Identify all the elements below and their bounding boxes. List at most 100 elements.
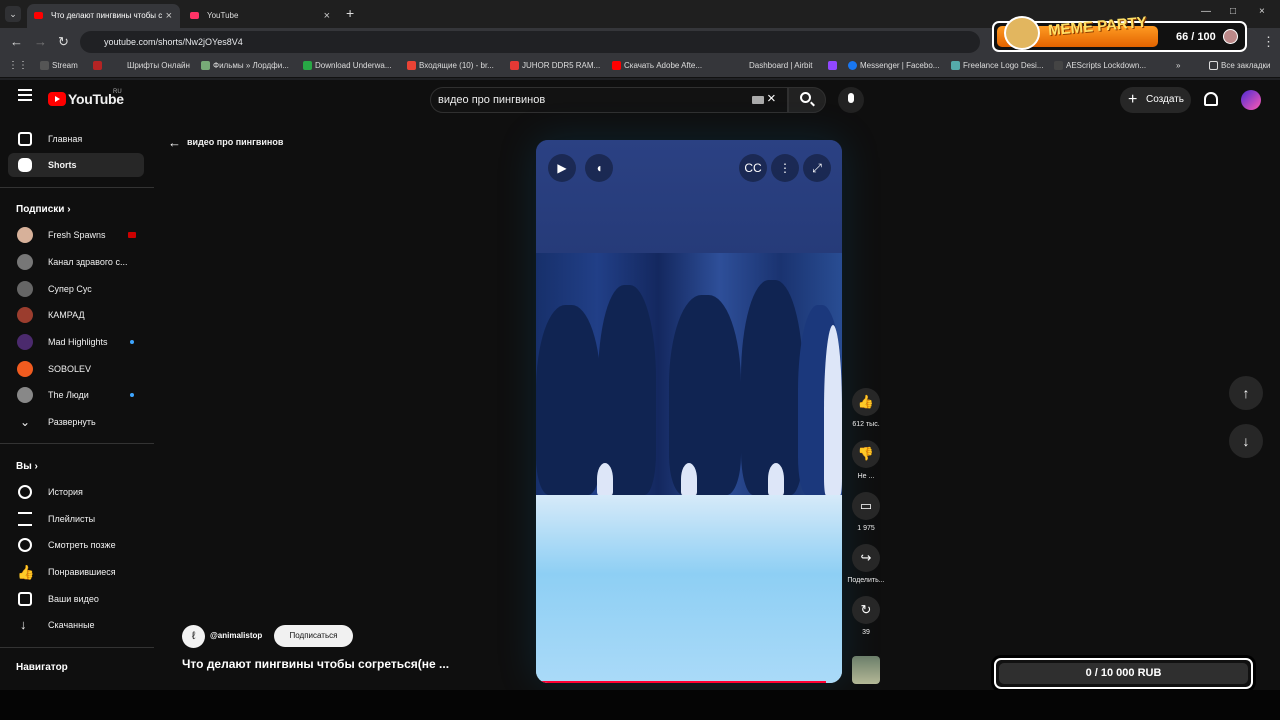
bookmark-mail[interactable]: Входящие (10) - br... [407,61,494,70]
close-tab-icon[interactable]: × [166,4,172,28]
remix-count: 39 [862,629,870,636]
dislike-action[interactable]: 👎 Не ... [846,440,886,480]
browser-window: ⌄ Что делают пингвины чтобы с × YouTube … [0,0,1280,80]
browser-menu-icon[interactable]: ⋮ [1262,34,1275,50]
bookmark-aescripts[interactable]: AEScripts Lockdown... [1054,61,1146,70]
sidebar-channel-mad-highlights[interactable]: Mad Highlights [8,330,144,354]
maximize-icon[interactable]: □ [1230,6,1236,17]
forward-icon[interactable]: → [34,34,47,49]
sidebar-expand[interactable]: ⌄ Развернуть [8,410,144,434]
volume-icon[interactable]: ◖ [585,154,613,182]
sidebar-item-playlists[interactable]: Плейлисты [8,507,144,531]
sound-thumbnail[interactable] [852,656,880,684]
meme-party-overlay: MEME PARTY 66 / 100 [992,14,1247,52]
notifications-bell-icon[interactable] [1204,92,1218,106]
shorts-icon [18,158,32,172]
sidebar-channel-super-sus[interactable]: Супер Сус [8,277,144,301]
search-context-label[interactable]: видео про пингвинов [187,137,283,147]
sidebar-channel-fresh-spawns[interactable]: Fresh Spawns [8,223,144,247]
bookmark-download[interactable]: Download Underwa... [303,61,391,70]
you-title[interactable]: Вы › [16,461,38,472]
sidebar-channel-sane[interactable]: Канал здравого с... [8,250,144,274]
close-window-icon[interactable]: × [1259,6,1265,17]
back-icon[interactable]: ← [10,34,23,49]
sidebar-channel-sobolev[interactable]: SOBOLEV [8,357,144,381]
tab-title: YouTube [207,11,239,20]
previous-short-button[interactable]: ↑ [1229,376,1263,410]
region-label: RU [113,89,122,95]
channel-avatar [17,281,33,297]
closed-captions-icon[interactable]: CC [739,154,767,182]
bookmark-messenger[interactable]: Messenger | Facebo... [848,61,939,70]
sidebar-channel-the-people[interactable]: The Люди [8,383,144,407]
tab-shorts[interactable]: Что делают пингвины чтобы с × [27,4,180,28]
next-short-button[interactable]: ↓ [1229,424,1263,458]
keyboard-icon[interactable] [752,96,764,104]
share-label: Поделить... [847,577,885,584]
channel-name[interactable]: @animalistop [210,631,262,640]
subscriptions-title[interactable]: Подписки › [16,204,71,215]
bookmark-adobe[interactable]: Скачать Adobe Afte... [612,61,702,70]
thumbs-up-icon[interactable]: 👍 [852,388,880,416]
bottom-strip [0,690,1280,720]
bookmark-stream[interactable]: Stream [40,61,78,70]
youtube-logo-icon[interactable] [48,92,66,106]
sidebar-divider [0,647,154,648]
bookmark-fonts[interactable]: Шрифты Онлайн [115,61,190,70]
search-icon[interactable] [800,92,811,103]
minimize-icon[interactable]: — [1201,6,1211,17]
video-progress-bar[interactable] [538,681,826,683]
bookmark-icon [93,61,102,70]
twitch-icon [828,61,837,70]
sidebar-item-your-videos[interactable]: Ваши видео [8,587,144,611]
close-tab-icon[interactable]: × [324,4,330,28]
channel-avatar[interactable]: ℓ [182,625,205,648]
bookmarks-overflow-icon[interactable]: » [1176,61,1180,70]
clear-search-icon[interactable]: × [767,90,776,107]
hamburger-menu-icon[interactable] [18,89,32,101]
share-action[interactable]: ↪ Поделить... [846,544,886,584]
short-title[interactable]: Что делают пингвины чтобы согреться(не .… [182,657,449,671]
address-bar[interactable]: youtube.com/shorts/Nw2jOYes8V4 [80,31,980,53]
comment-icon[interactable]: ▭ [852,492,880,520]
tab-search-icon[interactable]: ⌄ [5,6,21,22]
comments-action[interactable]: ▭ 1 975 [846,492,886,532]
apps-icon[interactable]: ⋮⋮ [8,60,28,71]
bookmark-ram[interactable]: JUHOR DDR5 RAM... [510,61,600,70]
back-arrow-icon[interactable]: ← [168,135,181,150]
shorts-video-player[interactable]: ▶ ◖ CC ⋮ ⤢ [536,140,842,683]
sidebar-item-shorts[interactable]: Shorts [8,153,144,177]
thumbs-down-icon[interactable]: 👎 [852,440,880,468]
fullscreen-icon[interactable]: ⤢ [803,154,831,182]
penguin-shape [669,295,741,495]
all-bookmarks[interactable]: Все закладки [1209,61,1270,70]
sidebar-item-home[interactable]: Главная [8,127,144,151]
microphone-icon[interactable] [838,87,864,113]
remix-icon[interactable]: ↻ [852,596,880,624]
channel-avatar [17,387,33,403]
bookmark-airbit[interactable]: Dashboard | Airbit [737,61,812,70]
download-icon [303,61,312,70]
sidebar-divider [0,443,154,444]
search-query[interactable]: видео про пингвинов [438,94,545,106]
reload-icon[interactable]: ↻ [58,34,69,50]
account-avatar[interactable] [1241,90,1261,110]
subscribe-button[interactable]: Подписаться [274,625,353,647]
share-icon[interactable]: ↪ [852,544,880,572]
sidebar-item-history[interactable]: История [8,480,144,504]
sidebar-item-watch-later[interactable]: Смотреть позже [8,533,144,557]
folder-icon [40,61,49,70]
tab-youtube[interactable]: YouTube × [183,4,338,28]
remix-action[interactable]: ↻ 39 [846,596,886,636]
play-button[interactable]: ▶ [548,154,576,182]
bookmark-films[interactable]: Фильмы » Лордфи... [201,61,289,70]
sidebar-item-downloads[interactable]: ↓ Скачанные [8,613,144,637]
channel-avatar [17,227,33,243]
sidebar-channel-kamrad[interactable]: КАМРАД [8,303,144,327]
bookmark-logo-design[interactable]: Freelance Logo Desi... [951,61,1044,70]
like-action[interactable]: 👍 612 тыс. [846,388,886,428]
create-button[interactable]: + Создать [1120,87,1191,113]
sidebar-item-liked[interactable]: 👍 Понравившиеся [8,560,144,584]
more-options-icon[interactable]: ⋮ [771,154,799,182]
new-tab-icon[interactable]: + [346,5,354,21]
